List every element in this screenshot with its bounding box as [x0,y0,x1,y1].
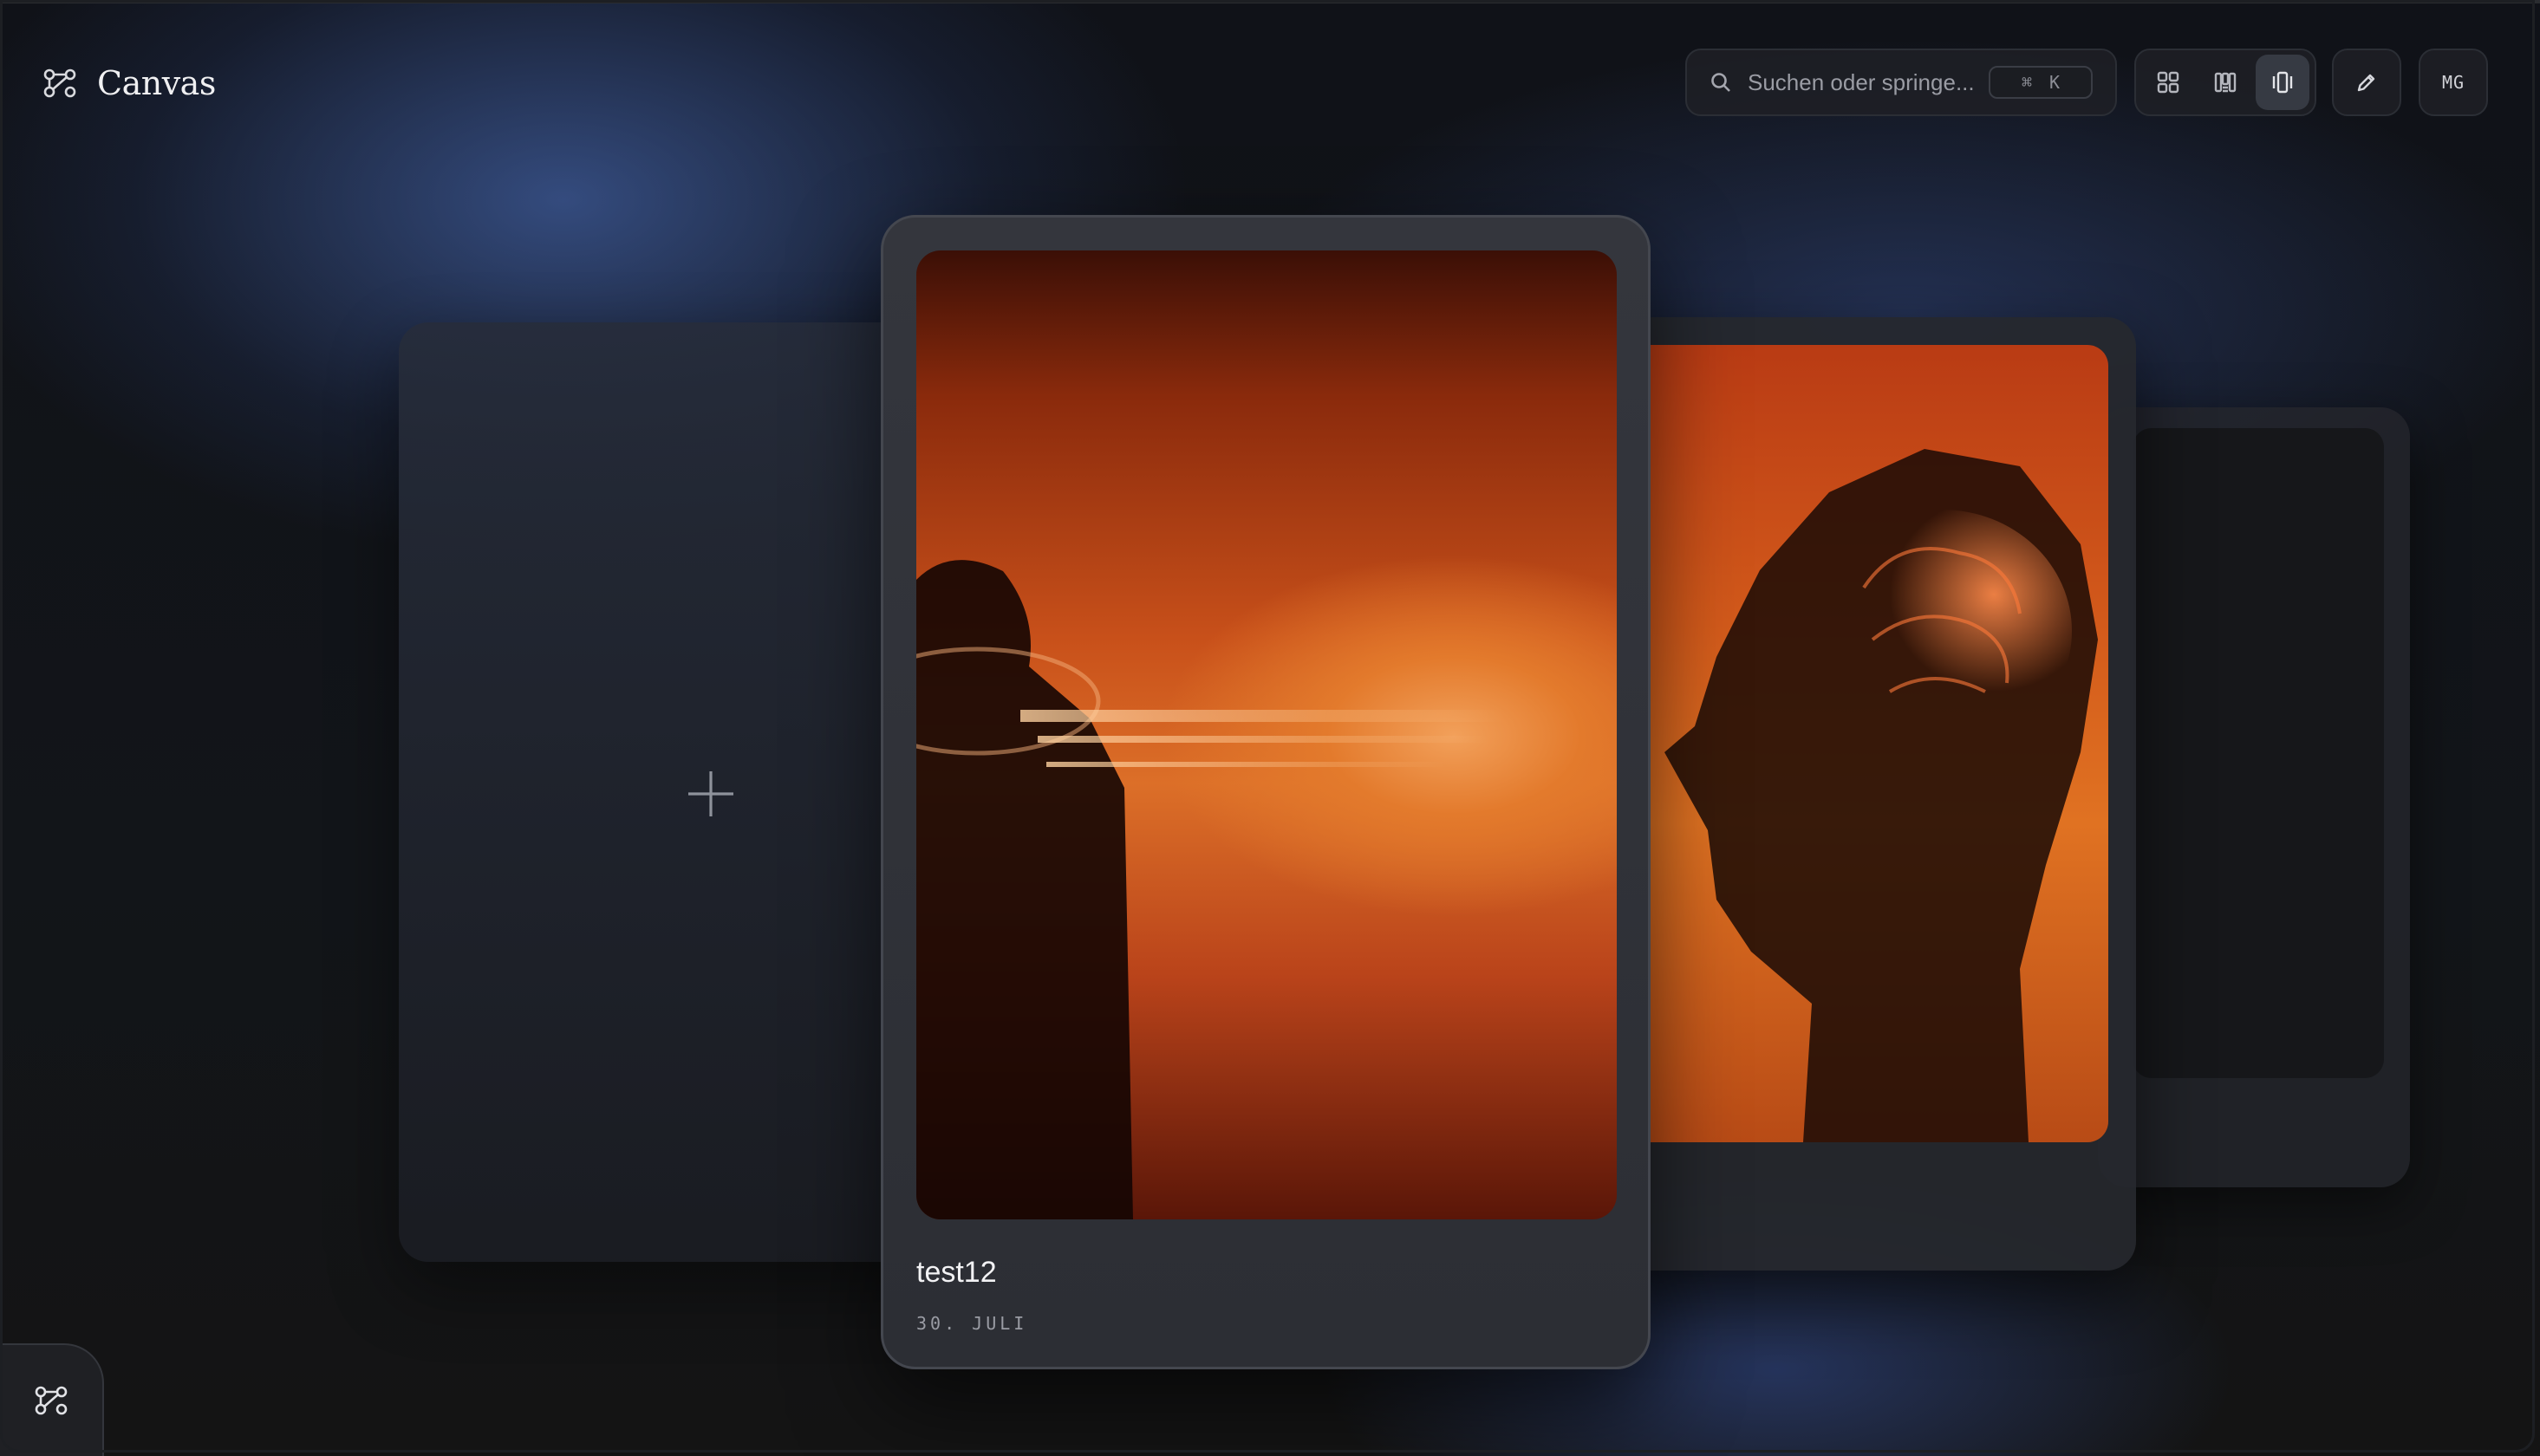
search-icon [1710,71,1732,94]
grid-icon [2156,70,2180,94]
columns-view-button[interactable] [2198,55,2252,110]
card-thumbnail-silhouette [916,250,1617,1219]
card-thumbnail [2133,428,2384,1078]
shortcut-hint: ⌘ K [1989,66,2093,99]
grid-view-button[interactable] [2141,55,2195,110]
card-thumbnail-profile [1612,345,2108,1142]
plus-icon [685,768,737,820]
card-title: test12 [916,1256,997,1289]
featured-card[interactable]: test12 30. JULI [881,215,1651,1369]
user-avatar[interactable]: MG [2419,49,2488,116]
shortcut-key: K [2049,72,2061,93]
bottom-dock-button[interactable] [0,1343,104,1456]
view-switcher [2134,49,2316,116]
graph-nodes-icon [43,68,76,98]
app-title: Canvas [97,64,216,102]
search-bar[interactable]: Suchen oder springe... ⌘ K [1685,49,2117,116]
edit-button[interactable] [2332,49,2401,116]
app-brand[interactable]: Canvas [43,64,216,102]
add-card[interactable] [399,322,954,1262]
command-key: ⌘ [2021,72,2032,93]
carousel-icon [2270,70,2295,94]
graph-nodes-icon [35,1386,68,1415]
carousel-view-button[interactable] [2256,55,2309,110]
pencil-icon [2355,71,2378,94]
search-input[interactable]: Suchen oder springe... [1748,69,1989,96]
card-right[interactable] [1595,317,2136,1271]
card-date: 30. JULI [916,1313,1028,1334]
columns-icon [2213,70,2237,94]
window-top-border [0,0,2540,3]
card-far-right[interactable] [2098,407,2410,1187]
